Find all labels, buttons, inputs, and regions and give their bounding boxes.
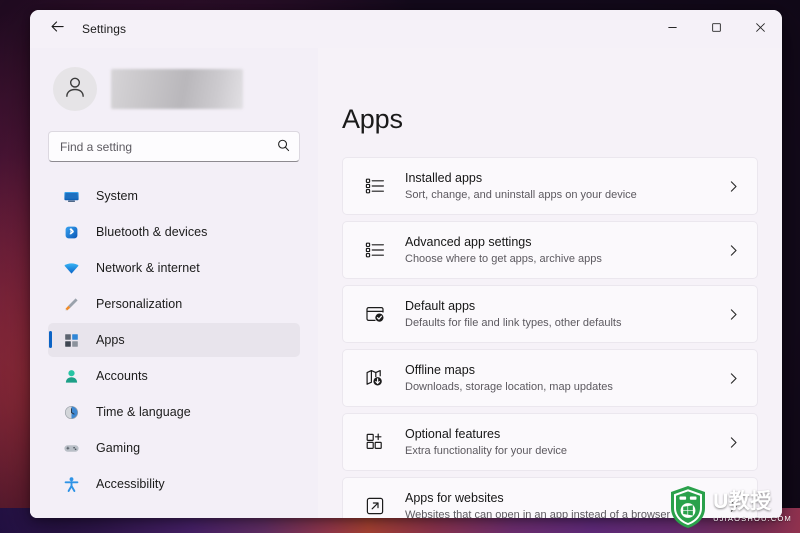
desktop-wallpaper: Settings Find a setting System Bluetooth… <box>0 0 800 533</box>
clock-globe-icon <box>62 403 81 422</box>
watermark: U教授 UJIAOSHOU.COM <box>669 485 792 529</box>
account-name-redacted <box>111 69 243 109</box>
watermark-main-text: U教授 <box>713 489 772 513</box>
gamepad-icon <box>62 439 81 458</box>
card-subtitle: Defaults for file and link types, other … <box>405 316 622 329</box>
sidebar-item-accounts[interactable]: Accounts <box>48 359 300 393</box>
paintbrush-icon <box>62 295 81 314</box>
close-icon <box>755 20 766 38</box>
settings-card-list: Installed apps Sort, change, and uninsta… <box>342 157 758 518</box>
sidebar-item-label: Personalization <box>96 297 183 311</box>
avatar <box>53 67 97 111</box>
title-bar[interactable]: Settings <box>30 10 782 48</box>
search-field-wrapper <box>48 131 300 162</box>
sidebar-item-label: System <box>96 189 138 203</box>
person-icon <box>62 367 81 386</box>
sidebar-item-time-language[interactable]: Time & language <box>48 395 300 429</box>
monitor-icon <box>62 187 81 206</box>
minimize-button[interactable] <box>650 10 694 48</box>
card-title: Advanced app settings <box>405 234 532 249</box>
search-input[interactable] <box>48 131 300 162</box>
list-bullets-icon <box>362 173 388 199</box>
content-area: Apps Installed apps Sort, change, and un… <box>318 48 782 518</box>
card-title: Apps for websites <box>405 490 504 505</box>
account-section[interactable] <box>48 59 300 119</box>
sidebar-item-bluetooth-devices[interactable]: Bluetooth & devices <box>48 215 300 249</box>
sidebar-item-label: Bluetooth & devices <box>96 225 208 239</box>
card-text: Apps for websites Websites that can open… <box>405 490 670 519</box>
sidebar-item-label: Apps <box>96 333 125 347</box>
close-button[interactable] <box>738 10 782 48</box>
window-check-icon <box>362 301 388 327</box>
card-subtitle: Choose where to get apps, archive apps <box>405 252 602 265</box>
card-default-apps[interactable]: Default apps Defaults for file and link … <box>342 285 758 343</box>
sidebar-item-label: Gaming <box>96 441 141 455</box>
card-text: Offline maps Downloads, storage location… <box>405 362 613 395</box>
sidebar-item-label: Accessibility <box>96 477 165 491</box>
chevron-right-icon[interactable] <box>725 178 741 194</box>
page-title: Apps <box>342 104 403 134</box>
card-subtitle: Sort, change, and uninstall apps on your… <box>405 188 637 201</box>
map-download-icon <box>362 365 388 391</box>
card-text: Installed apps Sort, change, and uninsta… <box>405 170 637 203</box>
sidebar-item-gaming[interactable]: Gaming <box>48 431 300 465</box>
accessibility-icon <box>62 475 81 494</box>
wifi-icon <box>62 259 81 278</box>
card-subtitle: Downloads, storage location, map updates <box>405 380 613 393</box>
card-text: Default apps Defaults for file and link … <box>405 298 621 331</box>
chevron-right-icon[interactable] <box>725 242 741 258</box>
card-title: Installed apps <box>405 170 483 185</box>
window-body: System Bluetooth & dev <box>30 48 782 518</box>
minimize-icon <box>667 20 678 38</box>
settings-window: Settings Find a setting System Bluetooth… <box>30 10 782 518</box>
card-title: Default apps <box>405 298 476 313</box>
sidebar-item-label: Accounts <box>96 369 148 383</box>
sidebar-item-network-internet[interactable]: Network & internet <box>48 251 300 285</box>
grid-plus-icon <box>362 429 388 455</box>
chevron-right-icon[interactable] <box>725 306 741 322</box>
watermark-text: U教授 UJIAOSHOU.COM <box>713 489 792 524</box>
card-installed-apps[interactable]: Installed apps Sort, change, and uninsta… <box>342 157 758 248</box>
watermark-sub-text: UJIAOSHOU.COM <box>713 513 792 523</box>
chevron-right-icon[interactable] <box>725 434 741 450</box>
card-text: Optional features Extra functionality fo… <box>405 426 567 459</box>
card-subtitle: Websites that can open in an app instead… <box>405 508 671 519</box>
sidebar: System Bluetooth & dev <box>30 48 318 518</box>
card-advanced-app-settings[interactable]: Advanced app settings Choose where to ge… <box>342 221 758 279</box>
maximize-button[interactable] <box>694 10 738 48</box>
window-title: Settings <box>82 22 127 36</box>
back-arrow-icon <box>50 19 65 39</box>
card-text: Advanced app settings Choose where to ge… <box>405 234 602 267</box>
card-offline-maps[interactable]: Offline maps Downloads, storage location… <box>342 349 758 407</box>
external-link-icon <box>362 493 388 518</box>
sidebar-item-personalization[interactable]: Personalization <box>48 287 300 321</box>
list-bullets-icon <box>362 237 388 263</box>
sidebar-item-accessibility[interactable]: Accessibility <box>48 467 300 501</box>
maximize-icon <box>711 20 722 38</box>
back-button[interactable] <box>42 14 72 44</box>
sidebar-nav: System Bluetooth & devices Network & int… <box>48 179 300 503</box>
sidebar-item-label: Network & internet <box>96 261 200 275</box>
card-title: Offline maps <box>405 362 475 377</box>
bluetooth-icon <box>62 223 81 242</box>
sidebar-item-apps[interactable]: Apps <box>48 323 300 357</box>
person-avatar-icon <box>62 74 88 105</box>
shield-windows-icon <box>669 485 707 529</box>
sidebar-item-label: Time & language <box>96 405 191 419</box>
card-optional-features[interactable]: Optional features Extra functionality fo… <box>342 413 758 471</box>
chevron-right-icon[interactable] <box>725 370 741 386</box>
sidebar-item-system[interactable]: System <box>48 179 300 213</box>
window-controls <box>650 10 782 48</box>
card-title: Optional features <box>405 426 501 441</box>
card-subtitle: Extra functionality for your device <box>405 444 568 457</box>
apps-grid-icon <box>62 331 81 350</box>
